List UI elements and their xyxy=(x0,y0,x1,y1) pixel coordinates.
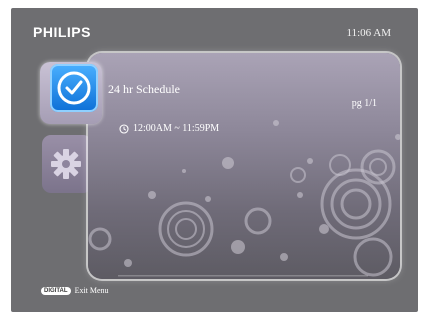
menu-screen: PHILIPS 11:06 AM 24 hr Schedule pg 1/1 1… xyxy=(11,8,418,312)
schedule-entry[interactable]: 12:00AM ~ 11:59PM xyxy=(119,123,219,134)
brand-logo: PHILIPS xyxy=(33,24,91,40)
exit-menu-label: Exit Menu xyxy=(74,286,109,295)
clock-icon xyxy=(57,71,91,105)
digital-key-badge: DIGITAL xyxy=(41,286,71,295)
footer-hint: DIGITAL Exit Menu xyxy=(41,286,109,295)
gear-icon xyxy=(51,149,81,179)
current-time: 11:06 AM xyxy=(346,27,391,39)
clock-icon xyxy=(119,123,129,134)
page-indicator: pg 1/1 xyxy=(351,98,377,109)
tv-screen-frame: PHILIPS 11:06 AM 24 hr Schedule pg 1/1 1… xyxy=(0,0,429,322)
schedule-tile[interactable] xyxy=(50,64,98,112)
panel-title: 24 hr Schedule xyxy=(108,82,180,96)
schedule-time-range: 12:00AM ~ 11:59PM xyxy=(133,123,220,134)
